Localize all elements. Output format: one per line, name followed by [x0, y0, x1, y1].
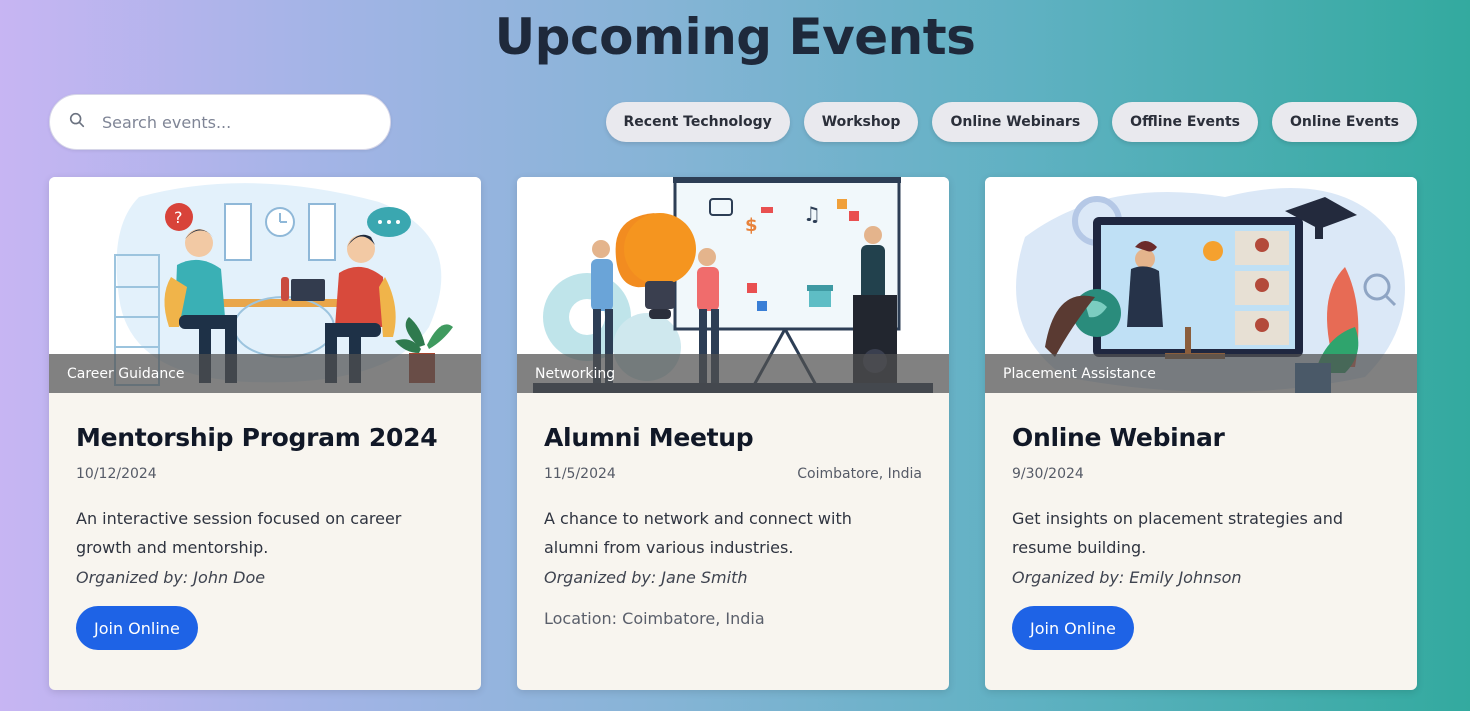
event-date: 11/5/2024 [544, 466, 616, 482]
event-image: $ ♫ Networking [517, 177, 949, 393]
event-date: 10/12/2024 [76, 466, 157, 482]
event-card[interactable]: $ ♫ Networking Alumni Meetup 11/5/2024 C… [517, 177, 949, 690]
filter-online-events[interactable]: Online Events [1272, 102, 1417, 142]
svg-text:?: ? [174, 208, 183, 227]
search-input[interactable] [102, 112, 342, 132]
filter-offline-events[interactable]: Offline Events [1112, 102, 1259, 142]
event-date: 9/30/2024 [1012, 466, 1084, 482]
join-online-button[interactable]: Join Online [76, 606, 198, 650]
event-organizer: Organized by: Emily Johnson [1012, 568, 1242, 587]
join-online-button[interactable]: Join Online [1012, 606, 1134, 650]
event-title: Mentorship Program 2024 [76, 423, 438, 452]
event-card[interactable]: Placement Assistance Online Webinar 9/30… [985, 177, 1417, 690]
event-location: Location: Coimbatore, India [544, 609, 765, 628]
category-badge: Networking [517, 354, 949, 393]
event-title: Online Webinar [1012, 423, 1225, 452]
search-bar[interactable] [49, 94, 391, 150]
event-description: A chance to network and connect with alu… [544, 509, 852, 557]
category-badge: Placement Assistance [985, 354, 1417, 393]
event-title: Alumni Meetup [544, 423, 754, 452]
event-image: ? Career Guidance [49, 177, 481, 393]
category-badge: Career Guidance [49, 354, 481, 393]
filter-recent-technology[interactable]: Recent Technology [605, 102, 790, 142]
event-image: Placement Assistance [985, 177, 1417, 393]
svg-text:$: $ [745, 215, 758, 236]
filter-workshop[interactable]: Workshop [803, 102, 919, 142]
event-description: An interactive session focused on career… [76, 509, 402, 557]
search-icon [68, 111, 86, 133]
page-title: Upcoming Events [494, 8, 976, 66]
event-description: Get insights on placement strategies and… [1012, 509, 1344, 557]
filter-chips: Recent Technology Workshop Online Webina… [605, 102, 1417, 142]
event-organizer: Organized by: Jane Smith [544, 568, 748, 587]
event-card-list: ? Career Guidance Mentorship Program 202… [49, 177, 1417, 690]
filter-online-webinars[interactable]: Online Webinars [932, 102, 1099, 142]
svg-text:♫: ♫ [803, 202, 821, 226]
event-venue: Coimbatore, India [797, 466, 922, 482]
event-organizer: Organized by: John Doe [76, 568, 266, 587]
event-card[interactable]: ? Career Guidance Mentorship Program 202… [49, 177, 481, 690]
